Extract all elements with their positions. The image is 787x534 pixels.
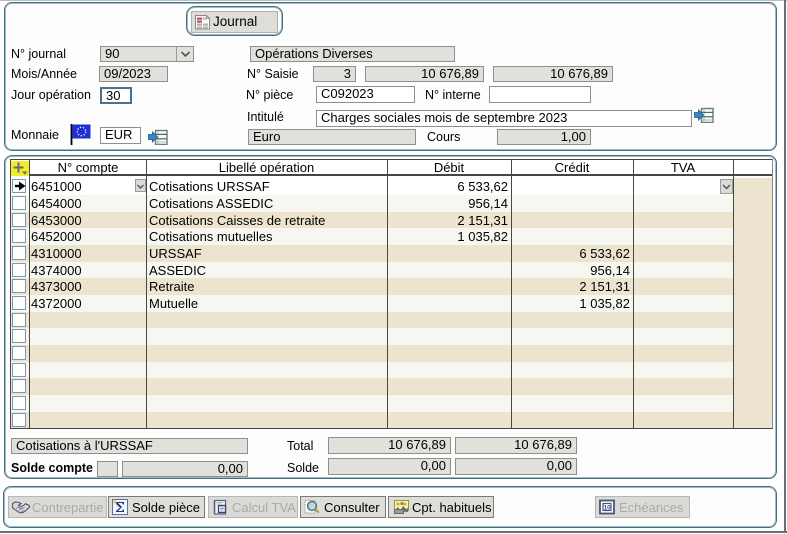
- svg-text:10: 10: [604, 505, 611, 511]
